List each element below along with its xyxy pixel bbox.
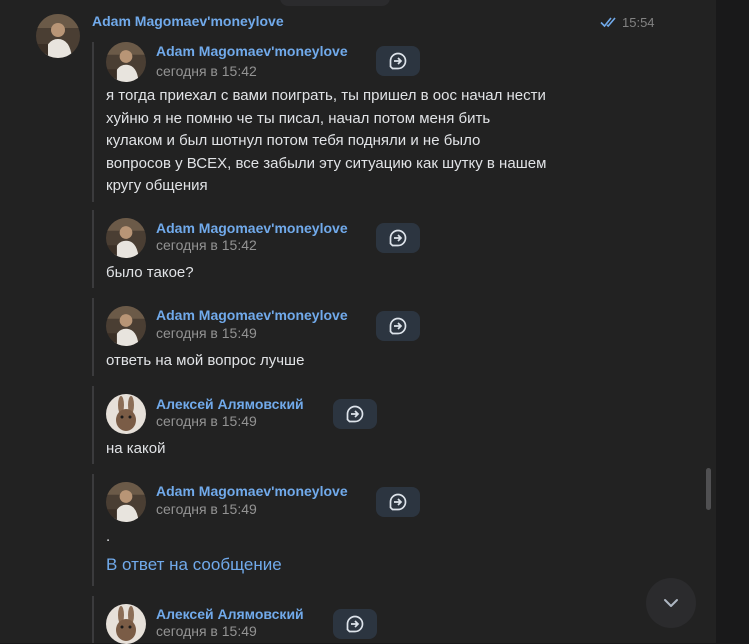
scroll-down-button[interactable] [646, 578, 696, 628]
go-to-message-icon [389, 52, 407, 70]
forwarded-message: Алексей Алямовский сегодня в 15:49 [92, 596, 654, 644]
message-text-line: кругу общения [106, 177, 208, 194]
author-avatar[interactable] [106, 42, 146, 82]
forwarded-message: Adam Magomaev'moneylove сегодня в 15:49 … [92, 474, 654, 586]
go-to-message-button[interactable] [333, 609, 377, 639]
message-date: сегодня в 15:49 [156, 623, 257, 639]
chevron-down-icon [664, 599, 678, 607]
author-avatar[interactable] [106, 306, 146, 346]
sender-avatar[interactable] [36, 14, 80, 58]
author-name[interactable]: Алексей Алямовский [156, 396, 304, 412]
message-date: сегодня в 15:49 [156, 413, 257, 429]
go-to-message-button[interactable] [376, 311, 420, 341]
message-date: сегодня в 15:49 [156, 325, 257, 341]
message-date: сегодня в 15:42 [156, 63, 257, 79]
go-to-message-icon [389, 317, 407, 335]
message-text-line: вопросов у ВСЕХ, все забыли эту ситуацию… [106, 154, 547, 172]
message-date: сегодня в 15:49 [156, 501, 257, 517]
message-text-line: ответь на мой вопрос лучше [106, 352, 305, 369]
author-name[interactable]: Adam Magomaev'moneylove [156, 43, 348, 59]
author-name[interactable]: Adam Magomaev'moneylove [156, 483, 348, 499]
go-to-message-button[interactable] [333, 399, 377, 429]
author-avatar[interactable] [106, 482, 146, 522]
double-check-icon [600, 17, 616, 28]
message-text-line: кулаком и был шотнул потом тебя подняли … [106, 132, 481, 149]
message-text-line: . [106, 528, 111, 545]
go-to-message-button[interactable] [376, 46, 420, 76]
top-tab-edge [280, 0, 390, 6]
right-panel-edge [716, 0, 749, 643]
message-text-line: я тогда приехал с вами поиграть, ты приш… [106, 87, 546, 104]
message-text-line: было такое? [106, 264, 194, 281]
forwarded-message: Adam Magomaev'moneylove сегодня в 15:49 … [92, 298, 654, 376]
author-name[interactable]: Алексей Алямовский [156, 606, 304, 622]
author-avatar[interactable] [106, 394, 146, 434]
message-text-line: хуйню я не помню че ты писал, начал пото… [106, 109, 491, 127]
go-to-message-icon [346, 405, 364, 423]
sender-name[interactable]: Adam Magomaev'moneylove [92, 13, 284, 29]
author-name[interactable]: Adam Magomaev'moneylove [156, 220, 348, 236]
go-to-message-icon [389, 493, 407, 511]
forwarded-message: Adam Magomaev'moneylove сегодня в 15:42 … [92, 42, 654, 202]
forwarded-message: Алексей Алямовский сегодня в 15:49 на ка… [92, 386, 654, 464]
go-to-message-button[interactable] [376, 223, 420, 253]
author-avatar[interactable] [106, 218, 146, 258]
go-to-message-button[interactable] [376, 487, 420, 517]
forwarded-message: Adam Magomaev'moneylove сегодня в 15:42 … [92, 210, 654, 288]
reply-to-message-link[interactable]: В ответ на сообщение [106, 555, 282, 575]
author-name[interactable]: Adam Magomaev'moneylove [156, 307, 348, 323]
message-time: 15:54 [622, 15, 655, 30]
go-to-message-icon [389, 229, 407, 247]
message-text-line: на какой [106, 440, 166, 457]
message-date: сегодня в 15:42 [156, 237, 257, 253]
scrollbar-thumb[interactable] [706, 468, 711, 510]
author-avatar[interactable] [106, 604, 146, 644]
go-to-message-icon [346, 615, 364, 633]
